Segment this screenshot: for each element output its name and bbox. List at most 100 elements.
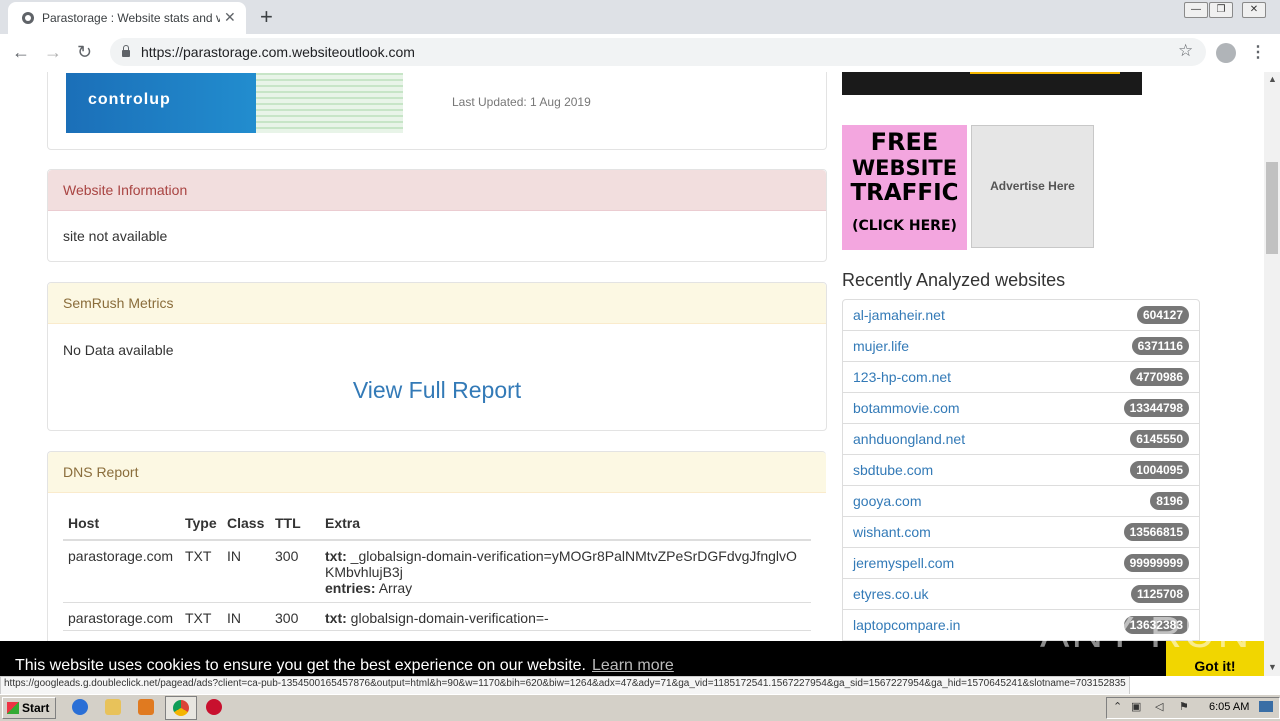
- site-link[interactable]: botammovie.com: [853, 400, 960, 416]
- ad-button-graphic: [970, 72, 1120, 74]
- media-player-icon[interactable]: [138, 699, 154, 715]
- close-tab-icon[interactable]: ✕: [224, 9, 236, 26]
- rank-badge: 13344798: [1123, 399, 1189, 417]
- menu-dots-icon[interactable]: ⋮: [1250, 42, 1266, 62]
- close-window-icon[interactable]: ✕: [1242, 2, 1266, 18]
- site-link[interactable]: al-jamaheir.net: [853, 307, 945, 323]
- rank-badge: 8196: [1150, 492, 1189, 510]
- semrush-panel: SemRush Metrics No Data available View F…: [47, 282, 827, 431]
- site-link[interactable]: gooya.com: [853, 493, 921, 509]
- website-info-panel: Website Information site not available: [47, 169, 827, 262]
- scroll-down-icon[interactable]: ▼: [1268, 662, 1277, 672]
- website-info-heading: Website Information: [48, 170, 826, 211]
- back-icon[interactable]: ←: [12, 42, 30, 63]
- col-class: Class: [222, 509, 270, 541]
- list-item[interactable]: gooya.com 8196: [842, 486, 1200, 517]
- cell-host: parastorage.com: [63, 602, 180, 631]
- list-item[interactable]: sbdtube.com 1004095: [842, 455, 1200, 486]
- col-host: Host: [63, 509, 180, 541]
- cell-ttl: 300: [270, 540, 320, 603]
- cell-type: TXT: [180, 540, 222, 603]
- site-link[interactable]: 123-hp-com.net: [853, 369, 951, 385]
- clock: 6:05 AM: [1209, 701, 1250, 713]
- rank-badge: 6371116: [1131, 337, 1189, 355]
- rank-badge: 6145550: [1130, 430, 1189, 448]
- cookie-message: This website uses cookies to ensure you …: [15, 657, 674, 675]
- table-row: parastorage.com TXT IN 300 txt: _globals…: [63, 540, 811, 603]
- reload-icon[interactable]: ↻: [77, 42, 92, 63]
- free-traffic-ad[interactable]: FREE WEBSITE TRAFFIC (CLICK HERE): [842, 125, 967, 250]
- website-text: WEBSITE: [851, 156, 958, 180]
- list-item[interactable]: wishant.com 13566815: [842, 517, 1200, 548]
- bookmark-star-icon[interactable]: ☆: [1178, 41, 1193, 61]
- list-item[interactable]: al-jamaheir.net 604127: [842, 299, 1200, 331]
- rank-badge: 1125708: [1130, 585, 1189, 603]
- cell-host: parastorage.com: [63, 540, 180, 603]
- scroll-thumb[interactable]: [1266, 162, 1278, 254]
- site-link[interactable]: sbdtube.com: [853, 462, 933, 478]
- scroll-up-icon[interactable]: ▲: [1268, 74, 1277, 84]
- status-bar-url: https://googleads.g.doubleclick.net/page…: [0, 676, 1130, 696]
- windows-taskbar: Start ⌃ ▣ ◁ ⚑ 6:05 AM: [0, 694, 1280, 721]
- chrome-icon: [173, 700, 189, 716]
- start-button[interactable]: Start: [2, 697, 56, 719]
- txt-value: _globalsign-domain-verification=yMOGr8Pa…: [325, 548, 797, 580]
- minimize-icon[interactable]: —: [1184, 2, 1208, 18]
- list-item[interactable]: mujer.life 6371116: [842, 331, 1200, 362]
- website-info-body: site not available: [63, 228, 168, 244]
- list-item[interactable]: anhduongland.net 6145550: [842, 424, 1200, 455]
- txt-value: globalsign-domain-verification=-: [350, 610, 549, 626]
- ad-screenshot-graphic: [256, 73, 403, 133]
- list-item[interactable]: jeremyspell.com 99999999: [842, 548, 1200, 579]
- site-link[interactable]: laptopcompare.in: [853, 617, 960, 633]
- last-updated: Last Updated: 1 Aug 2019: [452, 95, 591, 109]
- cell-class: IN: [222, 602, 270, 631]
- list-item[interactable]: botammovie.com 13344798: [842, 393, 1200, 424]
- entries-label: entries:: [325, 580, 376, 596]
- page-scrollbar[interactable]: ▲ ▼: [1264, 72, 1280, 676]
- txt-label: txt:: [325, 548, 347, 564]
- restore-icon[interactable]: ❐: [1209, 2, 1233, 18]
- list-item[interactable]: etyres.co.uk 1125708: [842, 579, 1200, 610]
- list-item[interactable]: 123-hp-com.net 4770986: [842, 362, 1200, 393]
- profile-avatar-icon[interactable]: [1216, 43, 1236, 63]
- rank-badge: 604127: [1136, 306, 1189, 324]
- dns-table: Host Type Class TTL Extra parastorage.co…: [63, 509, 811, 631]
- controlup-ad-image[interactable]: controlup: [66, 73, 403, 133]
- address-bar[interactable]: https://parastorage.com.websiteoutlook.c…: [110, 38, 1206, 66]
- site-link[interactable]: jeremyspell.com: [853, 555, 954, 571]
- view-full-report-link[interactable]: View Full Report: [48, 377, 826, 404]
- forward-icon[interactable]: →: [44, 42, 62, 63]
- show-desktop-icon[interactable]: [1259, 701, 1273, 712]
- browser-tab[interactable]: Parastorage : Website stats and valuatio…: [8, 2, 246, 34]
- dns-header-row: Host Type Class TTL Extra: [63, 509, 811, 541]
- rank-badge: 13566815: [1123, 523, 1189, 541]
- chrome-taskbar-button[interactable]: [165, 696, 197, 720]
- lock-icon: [122, 45, 130, 57]
- start-label: Start: [22, 701, 50, 715]
- advertise-here-box[interactable]: Advertise Here: [971, 125, 1094, 248]
- new-tab-icon[interactable]: +: [260, 4, 273, 30]
- cookie-text: This website uses cookies to ensure you …: [15, 657, 586, 674]
- flag-icon[interactable]: ⚑: [1179, 700, 1189, 713]
- ie-icon[interactable]: [72, 699, 88, 715]
- site-link[interactable]: wishant.com: [853, 524, 931, 540]
- top-ad-banner[interactable]: [842, 72, 1142, 95]
- url-text: https://parastorage.com.websiteoutlook.c…: [141, 44, 415, 60]
- col-type: Type: [180, 509, 222, 541]
- folder-icon[interactable]: [105, 699, 121, 715]
- site-link[interactable]: mujer.life: [853, 338, 909, 354]
- learn-more-link[interactable]: Learn more: [592, 657, 674, 674]
- volume-icon[interactable]: ◁: [1155, 700, 1163, 713]
- system-tray: ⌃ ▣ ◁ ⚑ 6:05 AM: [1106, 697, 1280, 719]
- opera-icon[interactable]: [206, 699, 222, 715]
- table-row: parastorage.com TXT IN 300 txt: globalsi…: [63, 602, 811, 631]
- site-link[interactable]: anhduongland.net: [853, 431, 965, 447]
- site-link[interactable]: etyres.co.uk: [853, 586, 928, 602]
- recent-title: Recently Analyzed websites: [842, 270, 1066, 290]
- cell-class: IN: [222, 540, 270, 603]
- network-icon[interactable]: ▣: [1131, 700, 1141, 713]
- tray-expand-icon[interactable]: ⌃: [1113, 700, 1122, 713]
- traffic-text: TRAFFIC: [850, 180, 959, 206]
- col-ttl: TTL: [270, 509, 320, 541]
